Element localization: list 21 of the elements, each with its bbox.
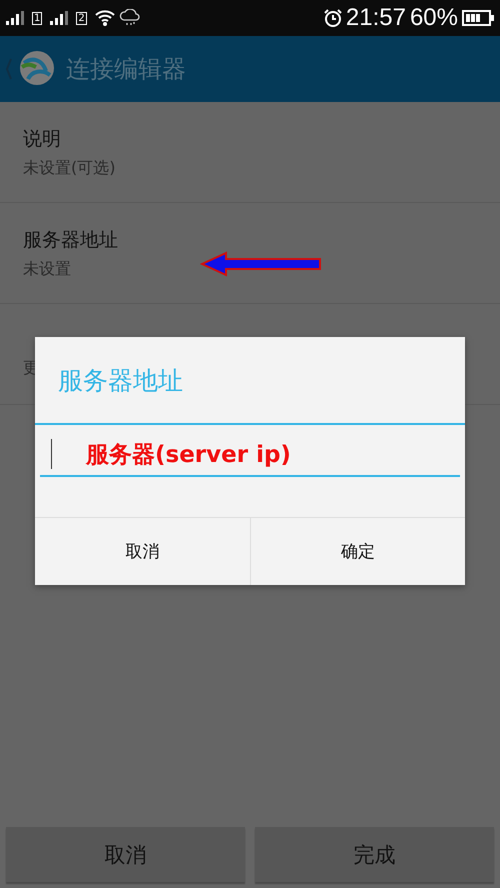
sim-label: 1: [32, 12, 42, 24]
battery-percentage: 60%: [410, 4, 458, 32]
setting-value: 未设置: [23, 258, 72, 280]
bottom-button[interactable]: 取消: [6, 827, 245, 882]
battery-icon: [462, 10, 494, 26]
bottom-button[interactable]: 完成: [255, 827, 494, 882]
setting-value: 未设置(可选): [23, 158, 116, 178]
dialog-button[interactable]: 确定: [250, 518, 465, 585]
alarm-icon: [324, 9, 342, 27]
setting-title: 说明: [23, 126, 62, 152]
settings-item[interactable]: 说明 未设置(可选): [0, 102, 500, 203]
clock-time: 21:57: [346, 4, 406, 32]
wifi-icon: [94, 10, 115, 26]
setting-title: 服务器地址: [23, 228, 118, 252]
dialog-title: 服务器地址: [35, 337, 465, 425]
app-bar-title: 连接编辑器: [66, 54, 186, 85]
dialog-button[interactable]: 取消: [35, 518, 250, 585]
cloud-icon: [118, 9, 141, 27]
settings-item[interactable]: 服务器地址 未设置: [0, 203, 500, 304]
input-field[interactable]: 服务器(server ip): [40, 433, 460, 477]
sim-label: 2: [76, 12, 87, 24]
